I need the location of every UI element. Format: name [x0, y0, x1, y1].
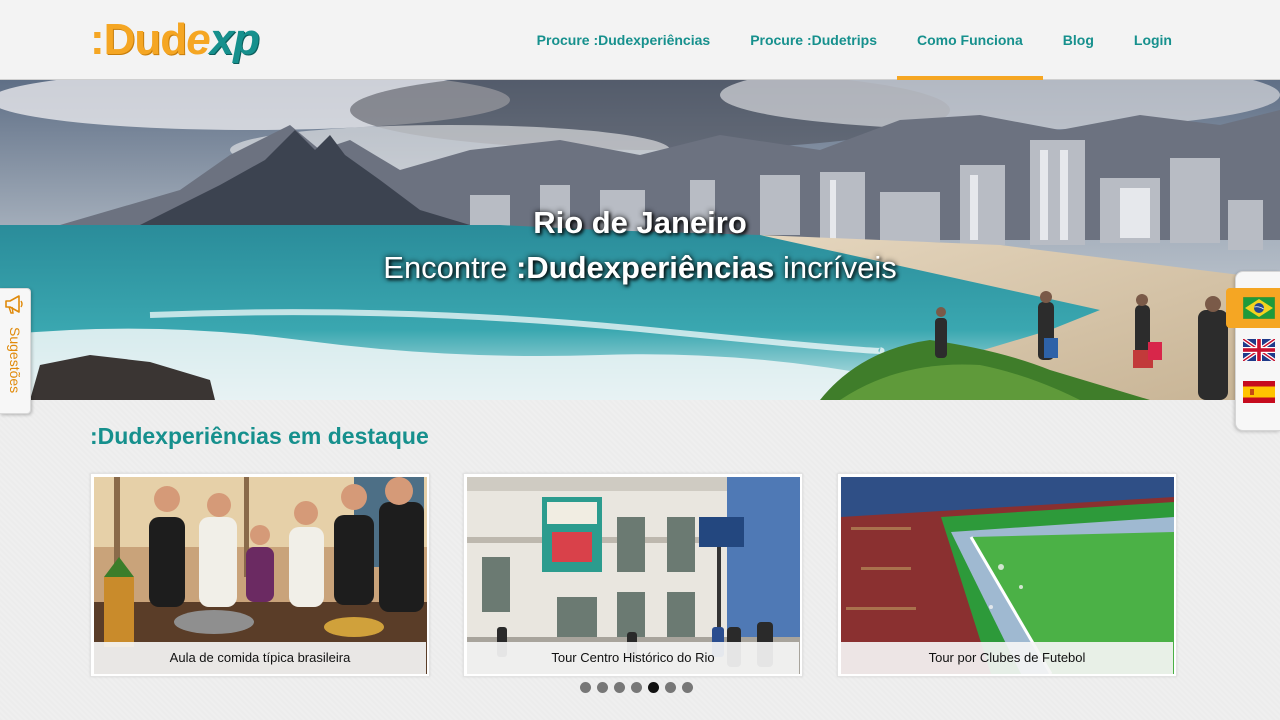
hero-subtitle-brand: :Dudexperiências [515, 250, 775, 285]
card-caption: Tour Centro Histórico do Rio [467, 642, 799, 674]
uk-flag-icon [1243, 339, 1275, 361]
carousel-dot[interactable] [597, 682, 608, 693]
carousel-dot[interactable] [665, 682, 676, 693]
carousel-dot[interactable] [614, 682, 625, 693]
language-en[interactable] [1236, 330, 1280, 370]
language-pt[interactable] [1226, 288, 1280, 328]
hero-subtitle: Encontre :Dudexperiências incríveis [0, 250, 1280, 286]
nav-procure-dudexperiencias[interactable]: Procure :Dudexperiências [517, 0, 731, 80]
language-es[interactable] [1236, 372, 1280, 412]
nav-como-funciona[interactable]: Como Funciona [897, 0, 1043, 81]
suggestions-tab[interactable]: Sugestões [0, 288, 31, 414]
hero-subtitle-suffix: incríveis [774, 250, 897, 285]
hero-banner: Rio de Janeiro Encontre :Dudexperiências… [0, 80, 1280, 400]
logo-dud: Dud [103, 15, 188, 64]
nav-blog[interactable]: Blog [1043, 0, 1114, 80]
carousel-dot[interactable] [580, 682, 591, 693]
carousel-pagination [580, 682, 693, 693]
experience-card-historic-tour[interactable]: Tour Centro Histórico do Rio [463, 473, 803, 677]
spain-flag-icon [1243, 381, 1275, 403]
main-nav: Procure :Dudexperiências Procure :Dudetr… [517, 0, 1192, 81]
card-caption: Tour por Clubes de Futebol [841, 642, 1173, 674]
logo-colon: : [90, 15, 105, 64]
carousel-dot-active[interactable] [648, 682, 659, 693]
dudexp-logo[interactable]: : Dud e xp [90, 14, 260, 66]
language-selector [1226, 271, 1280, 431]
hero-title: Rio de Janeiro [533, 205, 747, 240]
brazil-flag-icon [1243, 297, 1275, 319]
logo-e: e [186, 15, 211, 64]
carousel-dot[interactable] [682, 682, 693, 693]
logo-xp: xp [209, 15, 260, 64]
suggestions-label: Sugestões [7, 327, 23, 394]
hero-subtitle-prefix: Encontre [383, 250, 516, 285]
featured-section-title: :Dudexperiências em destaque [90, 423, 429, 449]
nav-procure-dudetrips[interactable]: Procure :Dudetrips [730, 0, 897, 80]
experience-card-football-tour[interactable]: Tour por Clubes de Futebol [837, 473, 1177, 677]
experience-card-cooking[interactable]: Aula de comida típica brasileira [90, 473, 430, 677]
site-header: : Dud e xp Procure :Dudexperiências Proc… [0, 0, 1280, 81]
megaphone-icon [5, 295, 23, 314]
nav-login[interactable]: Login [1114, 0, 1192, 80]
card-caption: Aula de comida típica brasileira [94, 642, 426, 674]
carousel-dot[interactable] [631, 682, 642, 693]
